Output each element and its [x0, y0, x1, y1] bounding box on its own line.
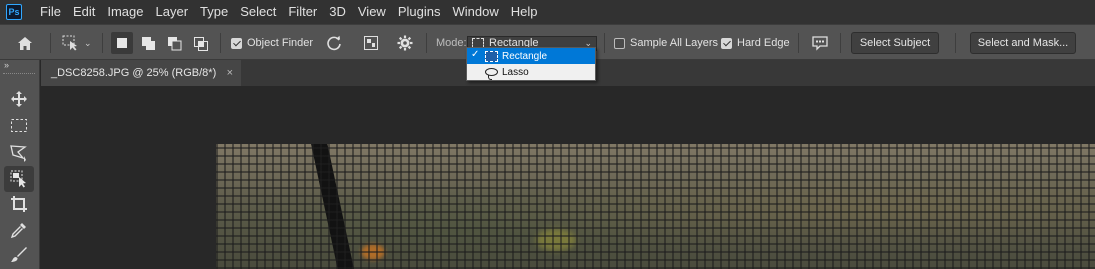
select-subject-wrap: Select Subject — [851, 25, 939, 61]
mode-dropdown-menu: ✓ Rectangle Lasso — [466, 47, 596, 81]
object-finder-check[interactable] — [231, 37, 242, 49]
select-and-mask-button[interactable]: Select and Mask... — [970, 32, 1076, 54]
select-and-mask-wrap: Select and Mask... — [970, 25, 1076, 61]
panel-grip[interactable] — [3, 73, 35, 75]
tools-panel: » — [0, 60, 40, 269]
document-tab-title: _DSC8258.JPG @ 25% (RGB/8*) — [51, 67, 217, 79]
sample-all-layers-checkbox[interactable]: Sample All Layers — [614, 25, 718, 61]
image-detail — [216, 144, 1095, 269]
checkmark-icon: ✓ — [471, 49, 480, 60]
separator — [604, 33, 605, 53]
intersect-selection-button[interactable] — [190, 25, 212, 61]
move-icon — [11, 91, 27, 107]
crop-tool[interactable] — [4, 191, 34, 217]
new-selection-icon — [111, 32, 133, 54]
sample-all-layers-check[interactable] — [614, 37, 625, 49]
settings-button[interactable] — [394, 25, 416, 61]
eyedropper-tool[interactable] — [4, 217, 34, 243]
mode-group: Mode: — [436, 25, 467, 61]
object-finder-checkbox[interactable]: Object Finder — [231, 25, 313, 61]
feedback-icon — [809, 32, 831, 54]
menu-3d[interactable]: 3D — [323, 0, 352, 24]
mode-option-label: Lasso — [502, 66, 529, 78]
object-selection-preset-icon — [60, 32, 82, 54]
lasso-tool[interactable] — [4, 140, 34, 166]
intersect-selection-icon — [190, 32, 212, 54]
eyedropper-icon — [10, 223, 26, 239]
chevron-down-icon: ⌄ — [84, 37, 92, 48]
close-icon[interactable]: × — [227, 67, 233, 79]
collapse-panel-icon[interactable]: » — [4, 60, 9, 70]
marquee-tool[interactable] — [4, 113, 34, 139]
new-selection-button[interactable] — [111, 25, 133, 61]
separator — [220, 33, 221, 53]
add-to-selection-icon — [138, 32, 160, 54]
menu-help[interactable]: Help — [505, 0, 544, 24]
mode-option-label: Rectangle — [502, 50, 548, 62]
separator — [102, 33, 103, 53]
menu-file[interactable]: File — [34, 0, 67, 24]
refresh-icon — [323, 32, 345, 54]
polygonal-lasso-icon — [10, 145, 27, 162]
menu-plugins[interactable]: Plugins — [392, 0, 447, 24]
mode-label: Mode: — [436, 37, 467, 49]
separator — [50, 33, 51, 53]
hard-edge-label: Hard Edge — [737, 37, 790, 49]
rectangle-marquee-icon — [485, 50, 498, 62]
document-tab[interactable]: _DSC8258.JPG @ 25% (RGB/8*) × — [41, 60, 241, 86]
separator — [840, 33, 841, 53]
brush-tool[interactable] — [4, 242, 34, 268]
show-all-objects-icon — [360, 32, 382, 54]
lasso-icon — [485, 68, 498, 80]
photoshop-logo: Ps — [6, 4, 22, 20]
rectangular-marquee-icon — [11, 119, 27, 132]
crop-icon — [11, 196, 27, 212]
tool-preset-picker[interactable]: ⌄ — [60, 25, 92, 61]
gear-icon — [394, 32, 416, 54]
mode-option-lasso[interactable]: Lasso — [467, 64, 595, 80]
menu-view[interactable]: View — [352, 0, 392, 24]
menu-layer[interactable]: Layer — [150, 0, 195, 24]
menu-edit[interactable]: Edit — [67, 0, 101, 24]
menu-select[interactable]: Select — [234, 0, 282, 24]
separator — [798, 33, 799, 53]
separator — [426, 33, 427, 53]
refresh-button[interactable] — [323, 25, 345, 61]
select-subject-feedback-button[interactable] — [809, 25, 831, 61]
document-image[interactable] — [216, 144, 1095, 269]
menu-window[interactable]: Window — [446, 0, 504, 24]
add-to-selection-button[interactable] — [138, 25, 160, 61]
brush-icon — [11, 247, 27, 262]
hard-edge-check[interactable] — [721, 37, 732, 49]
subtract-from-selection-button[interactable] — [164, 25, 186, 61]
home-button[interactable] — [14, 25, 36, 61]
menu-type[interactable]: Type — [194, 0, 234, 24]
menu-image[interactable]: Image — [101, 0, 149, 24]
show-all-objects-button[interactable] — [360, 25, 382, 61]
menu-bar: Ps File Edit Image Layer Type Select Fil… — [0, 0, 1095, 24]
sample-all-layers-label: Sample All Layers — [630, 37, 719, 49]
home-icon — [14, 32, 36, 54]
move-tool[interactable] — [4, 86, 34, 112]
separator — [955, 33, 956, 53]
mode-option-rectangle[interactable]: ✓ Rectangle — [467, 48, 595, 64]
object-selection-icon — [10, 170, 26, 188]
object-selection-tool[interactable] — [4, 166, 34, 192]
object-finder-label: Object Finder — [247, 37, 314, 49]
select-subject-button[interactable]: Select Subject — [851, 32, 939, 54]
subtract-from-selection-icon — [164, 32, 186, 54]
hard-edge-checkbox[interactable]: Hard Edge — [721, 25, 790, 61]
menu-filter[interactable]: Filter — [282, 0, 323, 24]
